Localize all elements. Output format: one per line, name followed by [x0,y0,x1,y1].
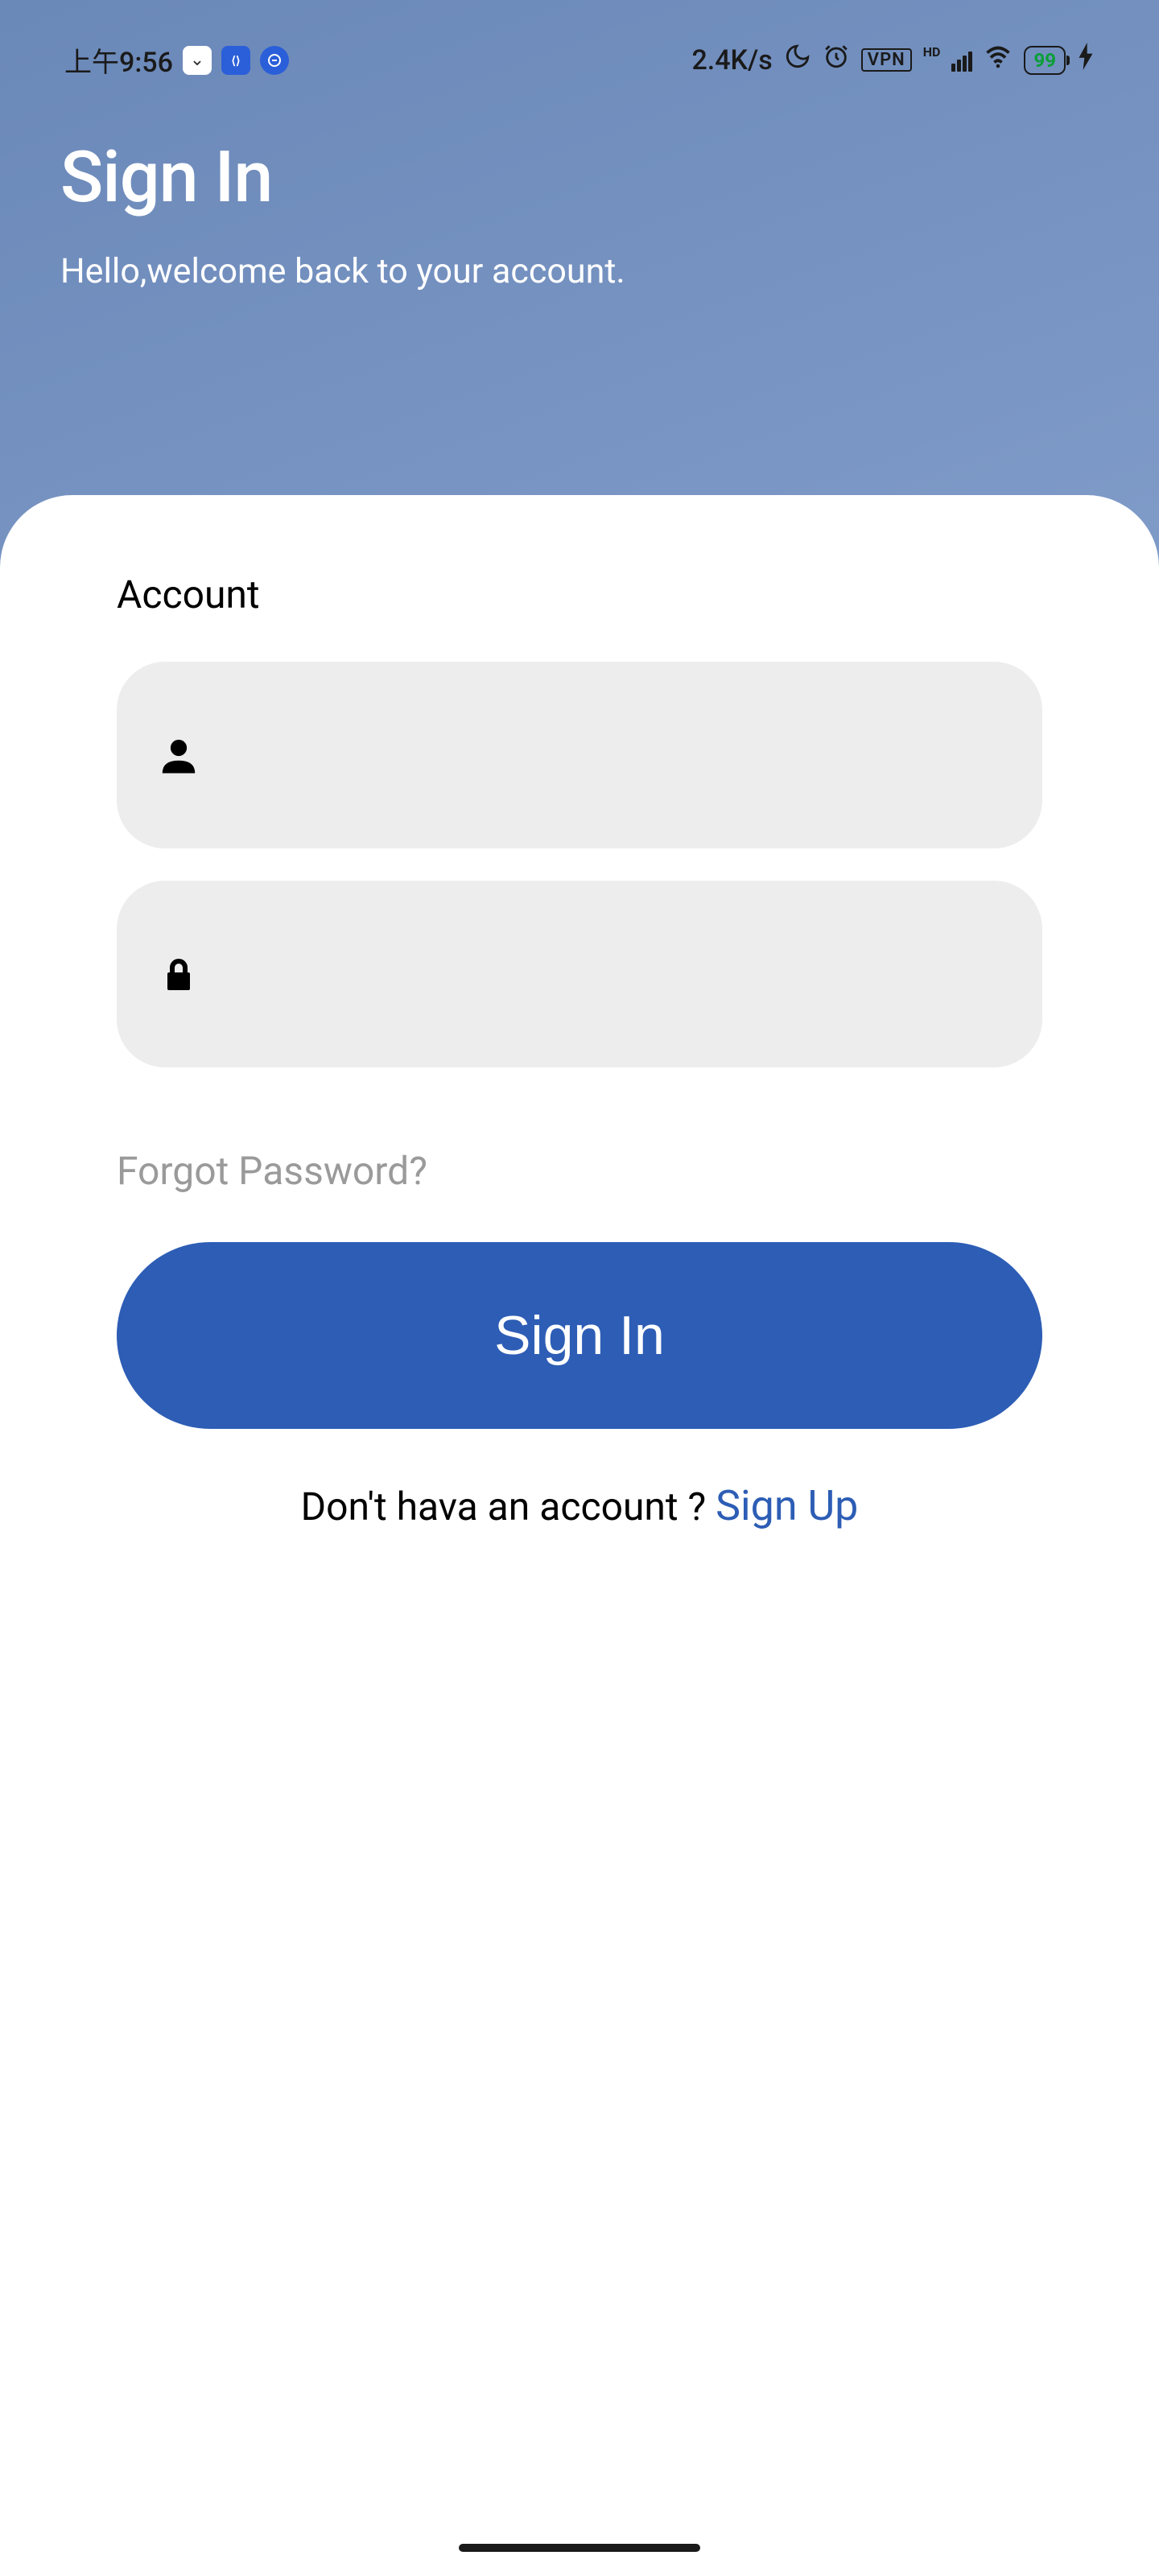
account-section-label: Account [117,572,1042,617]
app-indicator-2-icon: ⟨⟩ [221,46,250,75]
user-icon [157,733,200,777]
signup-link[interactable]: Sign Up [716,1481,858,1530]
app-indicator-1-icon: ⌄ [183,46,212,75]
battery-indicator: 99 [1024,46,1066,75]
page-subtitle: Hello,welcome back to your account. [60,251,1099,291]
cellular-signal-icon [951,49,972,72]
alarm-icon [823,43,850,77]
password-input[interactable] [225,881,1002,1067]
status-right: 2.4K/s VPN HD 99 [691,42,1095,78]
password-input-wrap[interactable] [117,881,1042,1067]
username-input-wrap[interactable] [117,662,1042,848]
status-bar: 上午9:56 ⌄ ⟨⟩ 2.4K/s VPN HD 99 [0,0,1159,104]
wifi-icon [984,42,1013,78]
charging-icon [1077,43,1095,77]
signin-card: Account Forgot Password? Sign In Don't h… [0,495,1159,2576]
app-indicator-3-icon [260,46,289,75]
vpn-indicator: VPN [861,48,912,72]
no-account-text: Don't hava an account ? [301,1484,716,1530]
page-title: Sign In [60,136,1099,219]
signup-row: Don't hava an account ? Sign Up [117,1481,1042,1530]
hd-indicator: HD [923,44,941,60]
home-indicator[interactable] [459,2544,700,2552]
data-rate: 2.4K/s [691,44,772,76]
signin-button[interactable]: Sign In [117,1242,1042,1429]
forgot-password-link[interactable]: Forgot Password? [117,1148,427,1194]
username-input[interactable] [225,662,1002,848]
svg-text:⟨⟩: ⟨⟩ [231,55,240,68]
dnd-icon [784,43,811,77]
header: Sign In Hello,welcome back to your accou… [0,104,1159,291]
lock-icon [157,952,200,996]
status-left: 上午9:56 ⌄ ⟨⟩ [64,40,289,80]
status-time: 上午9:56 [64,40,173,80]
